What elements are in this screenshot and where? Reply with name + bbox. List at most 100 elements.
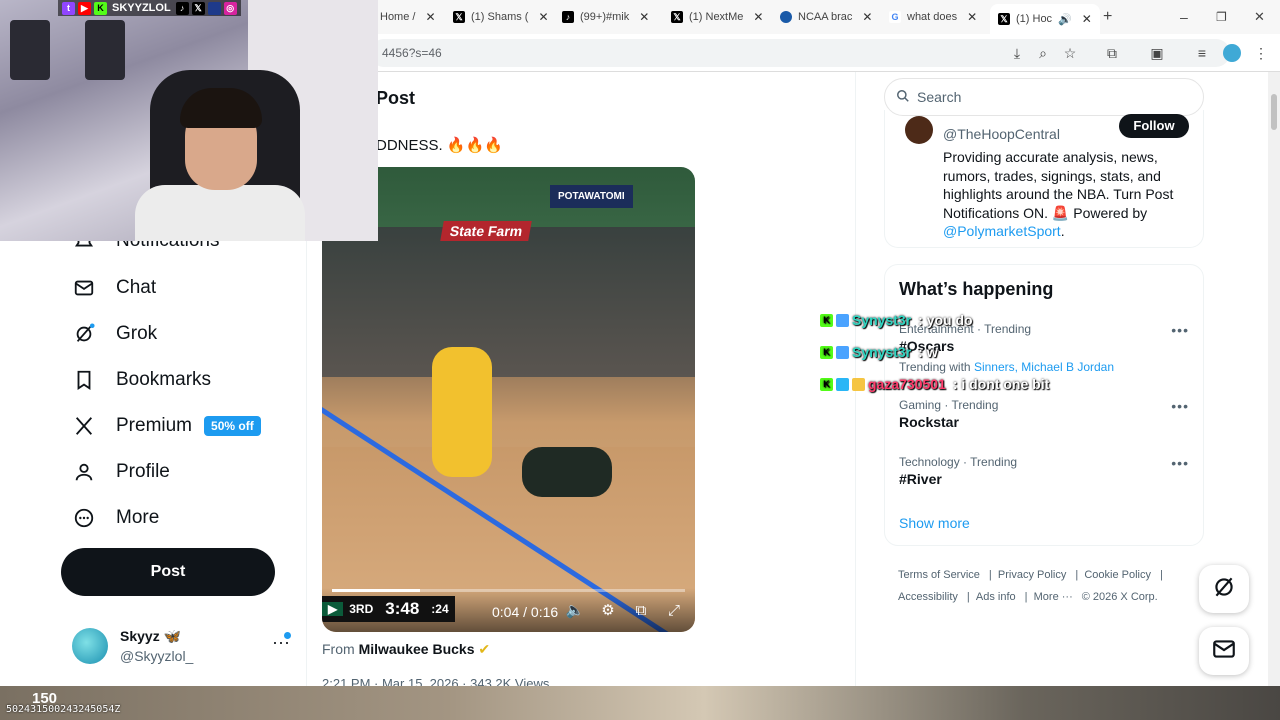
more-circle-icon — [72, 506, 96, 530]
x-logo-icon: 𝕏 — [671, 11, 683, 23]
picture-in-picture-icon[interactable]: ⧉ — [631, 601, 651, 621]
close-icon[interactable]: ✕ — [1082, 12, 1092, 26]
instagram-icon: ◎ — [223, 1, 237, 15]
follow-button[interactable]: Follow — [1119, 114, 1189, 138]
ncaa-icon — [780, 11, 792, 23]
fullscreen-icon[interactable]: ⤢ — [664, 601, 684, 621]
video-sponsor-statefarm: State Farm — [440, 221, 533, 241]
settings-gear-icon[interactable]: ⚙ — [598, 601, 618, 621]
zoom-icon[interactable]: ⌕ — [1034, 44, 1052, 62]
show-more-link[interactable]: Show more — [899, 515, 970, 531]
game-hud-code: 502431500243245054Z — [6, 704, 121, 715]
video-crowd — [322, 227, 695, 377]
maximize-icon[interactable]: ❐ — [1216, 6, 1227, 28]
tab-home[interactable]: Home / ✕ — [380, 6, 436, 28]
profile-handle[interactable]: @TheHoopCentral — [943, 126, 1060, 142]
crown-badge-icon — [852, 377, 865, 391]
youtube-icon: ▶ — [78, 1, 91, 15]
video-source: From Milwaukee Bucks ✔ — [322, 641, 491, 657]
profile-bio: Providing accurate analysis, news, rumor… — [943, 149, 1174, 239]
streamer-shirt — [135, 185, 305, 241]
person-icon — [72, 460, 96, 484]
video-progress-fill — [332, 589, 421, 592]
chat-message: K Synyst3r: w — [820, 344, 938, 360]
trend-item[interactable]: Technology · Trending #River ••• — [899, 455, 1189, 487]
x-icon — [72, 414, 96, 438]
close-icon[interactable]: ✕ — [538, 10, 548, 24]
chat-user: Synyst3r — [852, 312, 912, 328]
speaker-icon[interactable]: 🔊 — [1058, 13, 1072, 26]
sidebar-item-more[interactable]: More — [72, 506, 159, 530]
mail-icon — [72, 276, 96, 300]
footer-links: Terms of Service | Privacy Policy | Cookie… — [898, 569, 1163, 603]
close-icon[interactable]: ✕ — [425, 10, 435, 24]
avatar[interactable] — [905, 116, 933, 144]
game-footage-strip: 150 502431500243245054Z — [0, 686, 1280, 720]
account-switcher[interactable]: Skyyz 🦋 @Skyyzlol_ ··· — [72, 624, 302, 668]
source-link[interactable]: Milwaukee Bucks — [359, 641, 475, 657]
scorebug: ▶ 3RD 3:48 :24 — [322, 596, 455, 622]
video-player-figure — [432, 347, 492, 477]
kick-badge-icon: K — [820, 345, 833, 359]
sidebar-item-bookmarks[interactable]: Bookmarks — [72, 368, 211, 392]
more-icon[interactable]: ••• — [1171, 455, 1189, 471]
url-field[interactable]: 4456?s=46 — [370, 39, 1230, 67]
tab-google[interactable]: Gwhat does ✕ — [889, 6, 977, 28]
x-logo-icon: 𝕏 — [453, 11, 465, 23]
whats-happening-panel: What’s happening Entertainment · Trendin… — [884, 264, 1204, 546]
kick-badge-icon: K — [820, 377, 833, 391]
chat-message: K Synyst3r: you do — [820, 312, 973, 328]
sidebar-item-profile[interactable]: Profile — [72, 460, 170, 484]
close-icon[interactable]: ✕ — [862, 10, 872, 24]
grok-fab[interactable] — [1199, 565, 1249, 613]
close-icon[interactable]: ✕ — [753, 10, 763, 24]
volume-icon[interactable]: 🔈 — [565, 601, 585, 621]
x-logo-icon: 𝕏 — [191, 1, 205, 15]
profile-avatar-icon[interactable] — [1223, 44, 1241, 62]
install-icon[interactable]: ⤓ — [1008, 44, 1026, 62]
premium-discount-badge: 50% off — [204, 416, 261, 436]
window-close-icon[interactable]: ✕ — [1254, 6, 1265, 28]
chat-user: gaza730501 — [868, 376, 946, 392]
more-icon[interactable]: ••• — [1171, 398, 1189, 414]
close-icon[interactable]: ✕ — [967, 10, 977, 24]
more-icon[interactable]: ••• — [1171, 322, 1189, 338]
tab-tiktok[interactable]: ♪ (99+)#mik ✕ — [562, 6, 649, 28]
play-icon[interactable]: ▶ — [322, 602, 344, 616]
badge-icon — [836, 345, 849, 359]
close-icon[interactable]: ✕ — [639, 10, 649, 24]
extensions-icon[interactable]: ⧉ — [1103, 44, 1121, 62]
minimize-icon[interactable]: – — [1180, 6, 1188, 28]
account-handle: @Skyyzlol_ — [120, 648, 194, 664]
streamer-webcam — [0, 0, 378, 241]
bookmark-star-icon[interactable]: ☆ — [1061, 44, 1079, 62]
messages-fab[interactable] — [1199, 627, 1249, 675]
page-scrollbar[interactable] — [1268, 72, 1280, 686]
video-progress-bar[interactable] — [332, 589, 685, 592]
tiktok-icon: ♪ — [562, 11, 574, 23]
badge-icon — [836, 377, 849, 391]
tab-shams[interactable]: 𝕏 (1) Shams (✕ — [453, 6, 549, 28]
sidebar-item-premium[interactable]: Premium 50% off — [72, 414, 261, 438]
sidebar-item-chat[interactable]: Chat — [72, 276, 156, 300]
trend-related[interactable]: Trending with Sinners, Michael B Jordan — [899, 360, 1189, 374]
menu-kebab-icon[interactable]: ⋮ — [1252, 44, 1270, 62]
wall-jersey — [10, 20, 50, 80]
page-title: Post — [376, 88, 416, 108]
new-tab-button[interactable]: + — [1103, 6, 1112, 28]
panel-title: What’s happening — [899, 279, 1054, 299]
tab-active[interactable]: 𝕏 (1) Hoc 🔊 ✕ — [990, 4, 1100, 34]
sidebar-item-grok[interactable]: Grok — [72, 322, 157, 346]
tab-nextme[interactable]: 𝕏 (1) NextMe ✕ — [671, 6, 763, 28]
trend-item[interactable]: Gaming · Trending Rockstar ••• — [899, 398, 1189, 430]
post-button[interactable]: Post — [61, 548, 275, 596]
scrollbar-thumb[interactable] — [1271, 94, 1277, 130]
profile-bio-link[interactable]: @PolymarketSport — [943, 223, 1061, 239]
media-icon[interactable]: ≡ — [1193, 44, 1211, 62]
video-time: 0:04 / 0:16 — [492, 604, 559, 620]
wall-jersey — [85, 20, 125, 80]
tab-ncaa[interactable]: NCAA brac ✕ — [780, 6, 872, 28]
sidepanel-icon[interactable]: ▣ — [1148, 44, 1166, 62]
tweet-text: DDNESS. 🔥🔥🔥 — [376, 137, 503, 154]
search-icon — [896, 89, 910, 103]
